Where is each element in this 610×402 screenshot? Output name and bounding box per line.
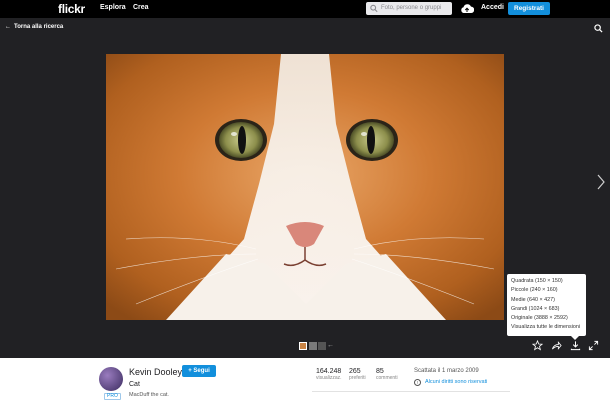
- share-icon[interactable]: [551, 340, 562, 351]
- date-taken: Scattata il 1 marzo 2009: [414, 368, 479, 374]
- cat-photo-image: [106, 54, 504, 320]
- search-placeholder: Foto, persone o gruppi: [381, 5, 442, 11]
- flickr-logo[interactable]: flickr: [58, 2, 85, 16]
- download-large[interactable]: Grandi (1024 × 683): [511, 305, 582, 314]
- star-icon[interactable]: [532, 340, 543, 351]
- avatar[interactable]: [99, 367, 123, 391]
- photo-description: MacDuff the cat.: [129, 392, 169, 398]
- pro-badge: PRO: [104, 393, 121, 400]
- cloud-upload-icon[interactable]: [460, 3, 474, 14]
- follow-button[interactable]: + Segui: [182, 365, 216, 377]
- stat-value: 265: [349, 368, 361, 375]
- license-label: Alcuni diritti sono riservati: [425, 379, 488, 385]
- stat-value: 85: [376, 368, 384, 375]
- photo-info-panel: [0, 358, 610, 402]
- download-medium[interactable]: Medie (640 × 427): [511, 296, 582, 305]
- thumbnail[interactable]: [309, 342, 317, 350]
- arrow-left-icon[interactable]: ←: [327, 342, 335, 350]
- stat-label: visualizzaz.: [316, 375, 342, 381]
- signup-button[interactable]: Registrati: [508, 2, 550, 15]
- arrow-left-icon: ←: [5, 24, 11, 30]
- search-input[interactable]: Foto, persone o gruppi: [366, 2, 452, 15]
- search-icon: [370, 4, 378, 13]
- photostream-thumbnails: ←: [299, 342, 339, 352]
- download-icon[interactable]: [570, 340, 581, 351]
- nav-explore[interactable]: Esplora: [100, 4, 126, 11]
- download-square[interactable]: Quadrata (150 × 150): [511, 277, 582, 286]
- nav-create[interactable]: Crea: [133, 4, 149, 11]
- view-all-sizes[interactable]: Visualizza tutte le dimensioni: [511, 323, 582, 332]
- stat-views: 164.248 visualizzaz.: [316, 368, 342, 381]
- author-name[interactable]: Kevin Dooley: [129, 367, 182, 377]
- fullscreen-icon[interactable]: [588, 340, 599, 351]
- download-original[interactable]: Originale (3888 × 2592): [511, 314, 582, 323]
- stat-comments: 85 commenti: [376, 368, 398, 381]
- back-to-search-link[interactable]: ← Torna alla ricerca: [5, 24, 63, 30]
- chevron-right-icon[interactable]: [597, 174, 605, 190]
- photo-title: Cat: [129, 381, 140, 388]
- download-size-menu: Quadrata (150 × 150) Piccole (240 × 160)…: [507, 274, 586, 336]
- main-photo[interactable]: [106, 54, 504, 320]
- back-label: Torna alla ricerca: [14, 24, 64, 30]
- license-link[interactable]: ! Alcuni diritti sono riservati: [414, 379, 487, 386]
- stat-value: 164.248: [316, 368, 342, 375]
- stat-label: preferiti: [349, 375, 366, 381]
- stat-label: commenti: [376, 375, 398, 381]
- thumbnail[interactable]: [318, 342, 326, 350]
- license-icon: !: [414, 379, 421, 386]
- stat-favorites: 265 preferiti: [349, 368, 366, 381]
- thumbnail-current[interactable]: [299, 342, 307, 350]
- login-link[interactable]: Accedi: [481, 4, 504, 11]
- search-icon[interactable]: [594, 24, 603, 33]
- divider: [312, 391, 510, 392]
- top-navigation-bar: flickr Esplora Crea Foto, persone o grup…: [0, 0, 610, 18]
- download-small[interactable]: Piccole (240 × 160): [511, 286, 582, 295]
